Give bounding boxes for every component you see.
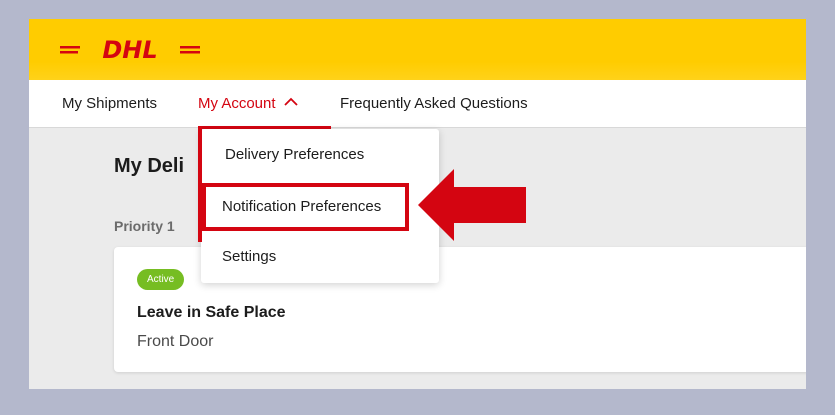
- site-header: DHL: [29, 19, 806, 80]
- menu-item-notification-preferences[interactable]: Notification Preferences: [202, 183, 409, 231]
- menu-item-delivery-preferences[interactable]: Delivery Preferences: [201, 131, 439, 179]
- menu-item-notification-preferences-label: Notification Preferences: [222, 198, 382, 215]
- chevron-up-icon: [284, 97, 298, 106]
- nav-my-shipments-label: My Shipments: [62, 95, 158, 112]
- status-badge: Active: [137, 269, 185, 290]
- nav-faq[interactable]: Frequently Asked Questions: [340, 80, 528, 128]
- menu-item-settings[interactable]: Settings: [201, 233, 439, 281]
- card-title: Leave in Safe Place: [137, 304, 286, 321]
- main-nav: My Shipments My Account Frequently Asked…: [29, 80, 806, 129]
- priority-label: Priority 1: [114, 218, 175, 234]
- nav-faq-label: Frequently Asked Questions: [340, 95, 528, 112]
- dhl-logo[interactable]: DHL: [60, 37, 200, 61]
- menu-item-delivery-preferences-label: Delivery Preferences: [225, 146, 365, 163]
- logo-text: DHL: [102, 37, 157, 61]
- app-window: DHL My Shipments My Account Frequently A…: [29, 19, 806, 389]
- card-subtitle: Front Door: [137, 333, 214, 350]
- nav-my-shipments[interactable]: My Shipments: [62, 80, 157, 128]
- menu-item-settings-label: Settings: [222, 248, 277, 265]
- nav-my-account-label: My Account: [198, 95, 276, 112]
- page-title: My Deli: [114, 155, 185, 177]
- arrow-left-icon: [418, 169, 526, 241]
- nav-my-account[interactable]: My Account: [198, 80, 331, 129]
